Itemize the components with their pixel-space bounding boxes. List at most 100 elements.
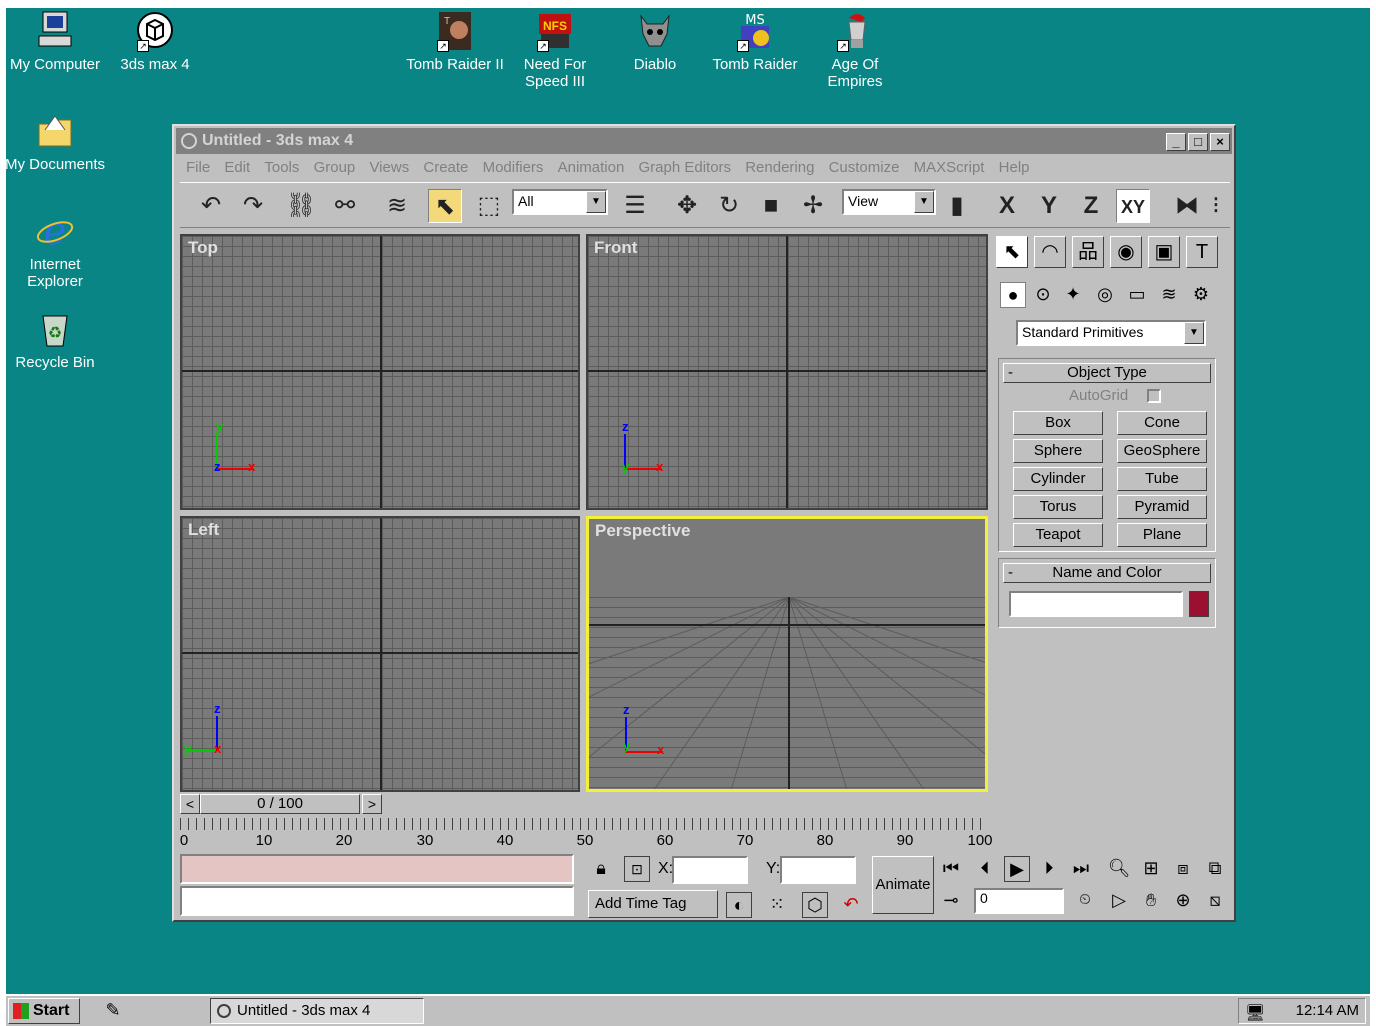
menu-modifiers[interactable]: Modifiers xyxy=(483,159,544,176)
reference-coordinate-dropdown[interactable]: View ▼ xyxy=(842,189,936,215)
plane-button[interactable]: Plane xyxy=(1117,523,1207,547)
lock-selection-icon[interactable]: 🔒︎ xyxy=(588,856,614,882)
motion-tab-icon[interactable]: ◉ xyxy=(1110,236,1142,268)
angle-snap-icon[interactable]: ⬡ xyxy=(802,892,828,918)
time-slider-next-button[interactable]: > xyxy=(362,794,382,814)
mirror-icon[interactable]: ⧓ xyxy=(1170,189,1204,223)
use-pivot-point-center-icon[interactable]: ▮ xyxy=(940,189,974,223)
select-and-manipulate-icon[interactable]: ✢ xyxy=(796,189,830,223)
restrict-to-y-button[interactable]: Y xyxy=(1032,189,1066,223)
modify-tab-icon[interactable]: ◠ xyxy=(1034,236,1066,268)
current-frame-field[interactable]: 0 xyxy=(974,888,1064,914)
restrict-to-z-button[interactable]: Z xyxy=(1074,189,1108,223)
arc-rotate-icon[interactable]: ⊕ xyxy=(1170,888,1196,914)
menu-animation[interactable]: Animation xyxy=(558,159,625,176)
menu-views[interactable]: Views xyxy=(369,159,409,176)
select-and-scale-icon[interactable]: ■ xyxy=(754,189,788,223)
desktop-icon-need-for-speed[interactable]: NFS ↗ Need For Speed III xyxy=(500,10,610,90)
desktop-icon-tomb-raider-2[interactable]: T ↗ Tomb Raider II xyxy=(400,10,510,73)
key-mode-icon[interactable]: ⊸ xyxy=(938,888,964,914)
align-icon[interactable]: ⁝ xyxy=(1204,189,1228,223)
cylinder-button[interactable]: Cylinder xyxy=(1013,467,1103,491)
zoom-all-icon[interactable]: ⊞ xyxy=(1138,856,1164,882)
viewport-label[interactable]: Top xyxy=(188,238,218,258)
desktop-icon-tomb-raider[interactable]: MS ↗ Tomb Raider xyxy=(700,10,810,73)
space-warps-icon[interactable]: ≋ xyxy=(1156,282,1182,308)
min-max-toggle-icon[interactable]: ⧅ xyxy=(1202,888,1228,914)
select-and-link-icon[interactable]: ⛓ xyxy=(284,189,318,223)
autogrid-checkbox[interactable] xyxy=(1147,389,1161,403)
snap-toggle-icon[interactable]: ⁙ xyxy=(764,892,790,918)
lights-icon[interactable]: ✦ xyxy=(1060,282,1086,308)
percent-snap-icon[interactable]: ↶ xyxy=(838,892,864,918)
utilities-tab-icon[interactable]: T xyxy=(1186,236,1218,268)
bind-to-space-warp-icon[interactable]: ≋ xyxy=(380,189,414,223)
time-slider[interactable]: 0 / 100 xyxy=(200,794,360,814)
desktop-icon-internet-explorer[interactable]: e Internet Explorer xyxy=(0,209,110,290)
go-to-start-icon[interactable]: ⏮ xyxy=(938,856,964,882)
viewport-label[interactable]: Left xyxy=(188,520,219,540)
pyramid-button[interactable]: Pyramid xyxy=(1117,495,1207,519)
prompt-line[interactable] xyxy=(180,886,574,916)
category-dropdown[interactable]: Standard Primitives ▼ xyxy=(1016,320,1206,346)
viewport-top[interactable]: Top y z x xyxy=(180,234,580,510)
torus-button[interactable]: Torus xyxy=(1013,495,1103,519)
desktop-icon-my-documents[interactable]: My Documents xyxy=(0,110,110,173)
create-tab-icon[interactable]: ⬉ xyxy=(996,236,1028,268)
clock[interactable]: 12:14 AM xyxy=(1296,1002,1359,1019)
pan-hand-icon[interactable]: ✋︎ xyxy=(1138,888,1164,914)
field-of-view-icon[interactable]: ▷ xyxy=(1106,888,1132,914)
helpers-icon[interactable]: ▭ xyxy=(1124,282,1150,308)
systems-icon[interactable]: ⚙ xyxy=(1188,282,1214,308)
menu-edit[interactable]: Edit xyxy=(224,159,250,176)
previous-frame-icon[interactable]: ⏴ xyxy=(972,856,998,882)
undo-icon[interactable]: ↶ xyxy=(194,189,228,223)
title-bar[interactable]: Untitled - 3ds max 4 _ □ × xyxy=(176,128,1232,154)
viewport-left[interactable]: Left z y x xyxy=(180,516,580,792)
desktop-icon-my-computer[interactable]: My Computer xyxy=(0,10,110,73)
menu-tools[interactable]: Tools xyxy=(264,159,299,176)
select-by-name-icon[interactable]: ☰ xyxy=(618,189,652,223)
menu-file[interactable]: File xyxy=(186,159,210,176)
shapes-icon[interactable]: ⊙ xyxy=(1030,282,1056,308)
unlink-selection-icon[interactable]: ⚯ xyxy=(328,189,362,223)
object-name-field[interactable] xyxy=(1009,591,1183,617)
y-coordinate-field[interactable] xyxy=(780,856,856,884)
geometry-icon[interactable]: ● xyxy=(1000,282,1026,308)
menu-customize[interactable]: Customize xyxy=(829,159,900,176)
cone-button[interactable]: Cone xyxy=(1117,411,1207,435)
zoom-icon[interactable]: 🔍︎ xyxy=(1106,856,1132,882)
desktop-icon-age-of-empires[interactable]: ↗ Age Of Empires xyxy=(800,10,910,90)
menu-maxscript[interactable]: MAXScript xyxy=(914,159,985,176)
viewport-label[interactable]: Perspective xyxy=(595,521,690,541)
next-frame-icon[interactable]: ⏵ xyxy=(1036,856,1062,882)
maxscript-listener-mini[interactable] xyxy=(180,854,574,884)
start-button[interactable]: Start xyxy=(8,998,80,1024)
select-and-rotate-icon[interactable]: ↻ xyxy=(712,189,746,223)
play-icon[interactable]: ▶ xyxy=(1004,856,1030,882)
x-coordinate-field[interactable] xyxy=(672,856,748,884)
display-tab-icon[interactable]: ▣ xyxy=(1148,236,1180,268)
sphere-button[interactable]: Sphere xyxy=(1013,439,1103,463)
tube-button[interactable]: Tube xyxy=(1117,467,1207,491)
zoom-extents-icon[interactable]: ⧈ xyxy=(1170,856,1196,882)
redo-icon[interactable]: ↷ xyxy=(236,189,270,223)
object-color-swatch[interactable] xyxy=(1189,591,1209,617)
box-button[interactable]: Box xyxy=(1013,411,1103,435)
viewport-front[interactable]: Front z y x xyxy=(586,234,988,510)
teapot-button[interactable]: Teapot xyxy=(1013,523,1103,547)
go-to-end-icon[interactable]: ⏭ xyxy=(1068,856,1094,882)
menu-create[interactable]: Create xyxy=(423,159,468,176)
hierarchy-tab-icon[interactable]: 品 xyxy=(1072,236,1104,268)
menu-help[interactable]: Help xyxy=(999,159,1030,176)
selection-filter-dropdown[interactable]: All ▼ xyxy=(512,189,608,215)
desktop-icon-recycle-bin[interactable]: ♻ Recycle Bin xyxy=(0,308,110,371)
maximize-button[interactable]: □ xyxy=(1188,133,1208,151)
time-slider-prev-button[interactable]: < xyxy=(180,794,200,814)
tray-icon[interactable]: 🖥︎ xyxy=(1245,1002,1265,1026)
desktop-icon-3dsmax[interactable]: ↗ 3ds max 4 xyxy=(100,10,210,73)
geosphere-button[interactable]: GeoSphere xyxy=(1117,439,1207,463)
time-configuration-icon[interactable]: ⏲ xyxy=(1072,888,1098,914)
cameras-icon[interactable]: ◎ xyxy=(1092,282,1118,308)
add-time-tag-button[interactable]: Add Time Tag xyxy=(588,890,718,918)
